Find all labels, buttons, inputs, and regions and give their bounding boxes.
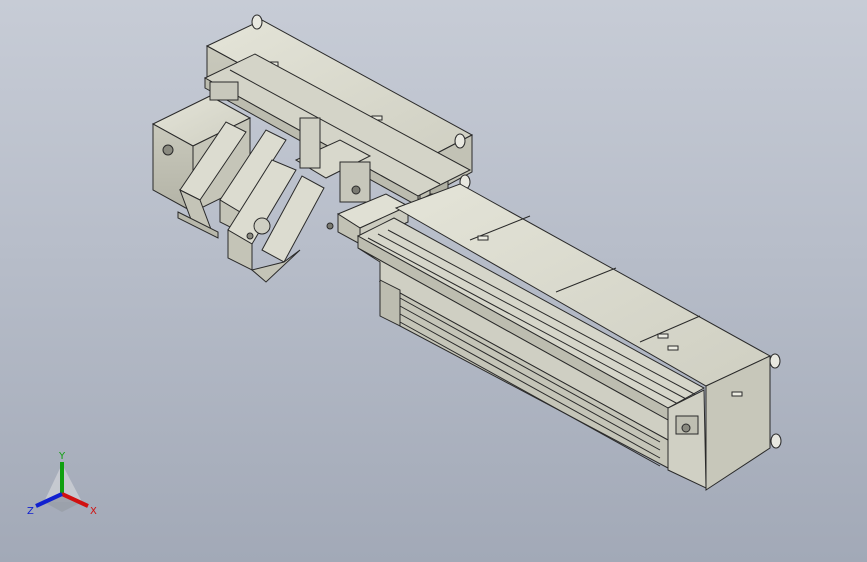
cad-model[interactable]: [0, 0, 867, 562]
model-viewport[interactable]: Y X Z: [0, 0, 867, 562]
end-block[interactable]: [667, 389, 707, 489]
z-axis-label: Z: [27, 506, 34, 517]
x-axis-label: X: [90, 506, 97, 517]
y-axis-label: Y: [58, 451, 66, 462]
orientation-triad[interactable]: Y X Z: [20, 446, 110, 526]
